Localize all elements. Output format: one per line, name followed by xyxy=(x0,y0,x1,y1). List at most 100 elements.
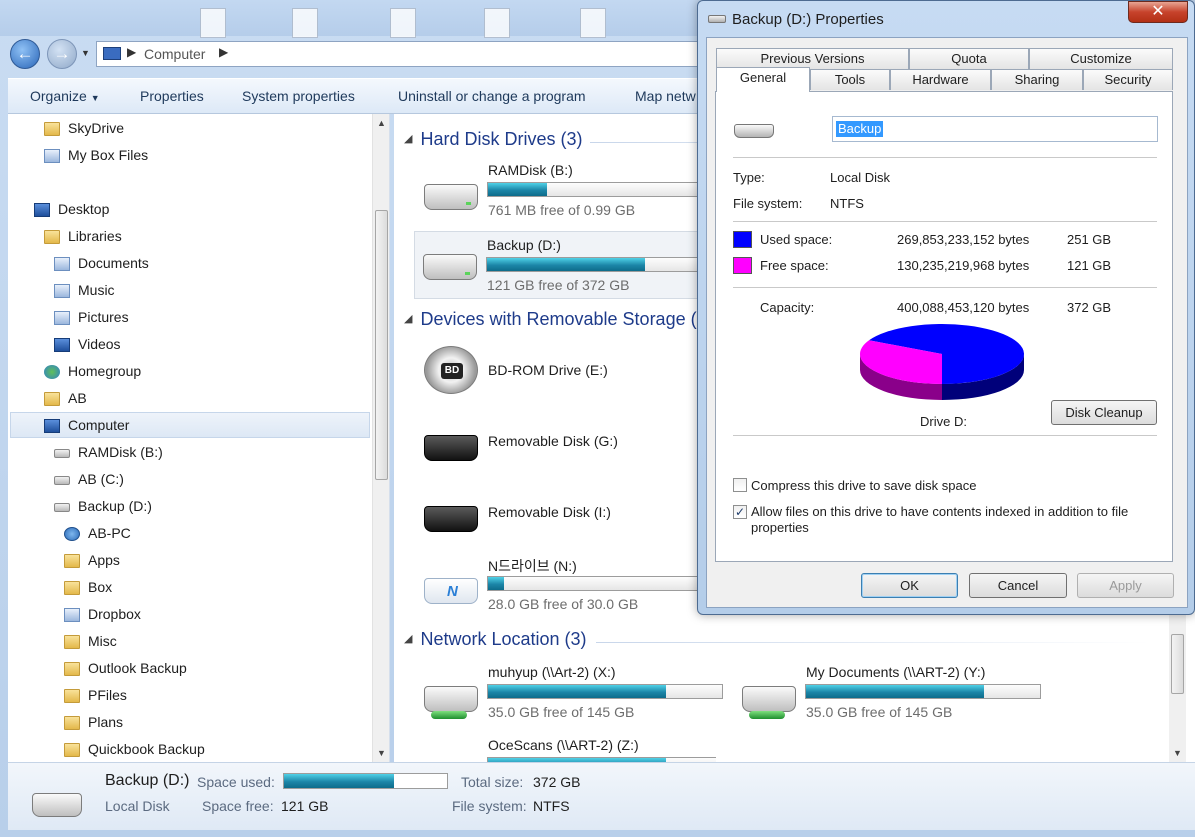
tab-hardware[interactable]: Hardware xyxy=(890,69,991,90)
drive-tile-removable-i[interactable]: Removable Disk (I:) xyxy=(416,484,716,550)
drive-icon xyxy=(734,124,774,138)
scroll-up-icon[interactable]: ▲ xyxy=(377,118,386,128)
group-header-hard-disk-drives[interactable]: ◢ Hard Disk Drives (3) xyxy=(404,129,583,150)
details-drive-name: Backup (D:) xyxy=(105,772,190,789)
drive-letter-label: Drive D: xyxy=(920,414,967,429)
drive-tile-network-x[interactable]: muhyup (\\Art-2) (X:) 35.0 GB free of 14… xyxy=(416,664,723,730)
computer-icon xyxy=(44,419,60,433)
free-space-swatch xyxy=(733,257,752,274)
close-button[interactable]: ✕ xyxy=(1128,1,1188,23)
desktop-file-icon xyxy=(390,8,416,38)
hard-drive-icon xyxy=(424,184,478,210)
details-file-system: NTFS xyxy=(533,798,570,814)
selected-row-highlight xyxy=(10,412,370,438)
index-label-line1: Allow files on this drive to have conten… xyxy=(751,504,1129,519)
drive-usage-bar xyxy=(487,182,723,197)
folder-icon xyxy=(64,554,80,568)
properties-button[interactable]: Properties xyxy=(140,88,204,104)
drive-tile-ramdisk[interactable]: RAMDisk (B:) 761 MB free of 0.99 GB xyxy=(416,162,723,228)
drive-name-selection: Backup xyxy=(836,121,884,137)
scroll-thumb[interactable] xyxy=(1171,634,1184,694)
removable-drive-icon xyxy=(424,435,478,461)
details-usage-bar xyxy=(283,773,448,789)
drive-tile-backup-d[interactable]: Backup (D:) 121 GB free of 372 GB xyxy=(414,231,722,299)
folder-icon xyxy=(64,689,80,703)
navigation-scrollbar[interactable]: ▲ ▼ xyxy=(372,114,389,762)
disk-cleanup-button[interactable]: Disk Cleanup xyxy=(1051,400,1157,425)
collapse-icon[interactable]: ◢ xyxy=(404,313,412,325)
tab-sharing[interactable]: Sharing xyxy=(991,69,1083,90)
network-drive-icon xyxy=(742,686,796,719)
divider xyxy=(733,157,1157,158)
compress-label: Compress this drive to save disk space xyxy=(751,478,977,493)
desktop-icon xyxy=(34,203,50,217)
details-pane: Backup (D:) Space used: Total size: 372 … xyxy=(8,762,1195,830)
organize-button[interactable]: Organize ▼ xyxy=(30,88,100,104)
uninstall-program-button[interactable]: Uninstall or change a program xyxy=(398,88,586,104)
details-total-size: 372 GB xyxy=(533,774,581,790)
compress-checkbox[interactable] xyxy=(733,478,747,492)
details-file-system-label: File system: xyxy=(452,798,527,814)
used-space-swatch xyxy=(733,231,752,248)
details-space-used-label: Space used: xyxy=(197,774,275,790)
dialog-body: Previous Versions Quota Customize Genera… xyxy=(706,37,1188,608)
file-system-value: NTFS xyxy=(830,196,864,211)
drive-tile-network-z[interactable]: OceScans (\\ART-2) (Z:) xyxy=(416,737,716,762)
address-bar[interactable]: ▶ Computer ▶ xyxy=(96,41,716,67)
breadcrumb-arrow-icon[interactable]: ▶ xyxy=(127,45,136,59)
breadcrumb-arrow-icon[interactable]: ▶ xyxy=(219,45,228,59)
desktop-file-icon xyxy=(580,8,606,38)
group-header-removable-storage[interactable]: ◢ Devices with Removable Storage (7 xyxy=(404,309,707,330)
tab-previous-versions[interactable]: Previous Versions xyxy=(716,48,909,69)
scroll-down-icon[interactable]: ▼ xyxy=(377,748,386,758)
map-network-drive-button[interactable]: Map netw xyxy=(635,88,696,104)
tab-general[interactable]: General xyxy=(716,67,810,92)
dropbox-folder-icon xyxy=(64,608,80,622)
bd-disc-icon: BD xyxy=(424,346,478,394)
drive-icon xyxy=(54,503,70,512)
index-checkbox[interactable]: ✓ xyxy=(733,505,747,519)
ndrive-icon: N xyxy=(424,578,478,604)
tab-customize[interactable]: Customize xyxy=(1029,48,1173,69)
dialog-title: Backup (D:) Properties xyxy=(732,11,884,28)
collapse-icon[interactable]: ◢ xyxy=(404,633,412,645)
desktop-file-icon xyxy=(484,8,510,38)
drive-tile-ndrive[interactable]: N N드라이브 (N:) 28.0 GB free of 30.0 GB xyxy=(416,556,723,622)
divider xyxy=(733,435,1157,436)
folder-icon xyxy=(64,716,80,730)
drive-usage-bar xyxy=(486,257,722,272)
cancel-button[interactable]: Cancel xyxy=(969,573,1067,598)
tab-quota[interactable]: Quota xyxy=(909,48,1029,69)
group-header-network-location[interactable]: ◢ Network Location (3) xyxy=(404,629,587,650)
libraries-icon xyxy=(44,230,60,244)
recent-pages-dropdown[interactable]: ▼ xyxy=(81,48,90,58)
system-properties-button[interactable]: System properties xyxy=(242,88,355,104)
capacity-bytes: 400,088,453,120 bytes xyxy=(897,300,1030,315)
apply-button[interactable]: Apply xyxy=(1077,573,1174,598)
drive-icon xyxy=(54,449,70,458)
back-button[interactable]: ← xyxy=(10,39,40,69)
drive-tile-bd-rom[interactable]: BD BD-ROM Drive (E:) xyxy=(416,342,716,408)
type-value: Local Disk xyxy=(830,170,890,185)
system-drive-icon xyxy=(54,476,70,485)
folder-icon xyxy=(64,662,80,676)
scroll-thumb[interactable] xyxy=(375,210,388,480)
used-space-gb: 251 GB xyxy=(1067,232,1112,247)
drive-tile-network-y[interactable]: My Documents (\\ART-2) (Y:) 35.0 GB free… xyxy=(734,664,1041,730)
collapse-icon[interactable]: ◢ xyxy=(404,133,412,145)
scroll-down-icon[interactable]: ▼ xyxy=(1173,748,1182,758)
tab-security[interactable]: Security xyxy=(1083,69,1173,90)
breadcrumb-computer[interactable]: Computer xyxy=(144,46,205,62)
hard-drive-icon xyxy=(32,793,82,817)
tab-tools[interactable]: Tools xyxy=(810,69,890,90)
desktop-file-icon xyxy=(292,8,318,38)
drive-tile-removable-g[interactable]: Removable Disk (G:) xyxy=(416,413,716,479)
forward-button[interactable]: → xyxy=(47,39,77,69)
ok-button[interactable]: OK xyxy=(861,573,958,598)
file-system-label: File system: xyxy=(733,196,803,211)
free-space-bytes: 130,235,219,968 bytes xyxy=(897,258,1030,273)
music-icon xyxy=(54,284,70,298)
navigation-pane: SkyDrive My Box Files Desktop Libraries … xyxy=(8,114,390,762)
documents-icon xyxy=(54,257,70,271)
free-space-label: Free space: xyxy=(760,258,829,273)
